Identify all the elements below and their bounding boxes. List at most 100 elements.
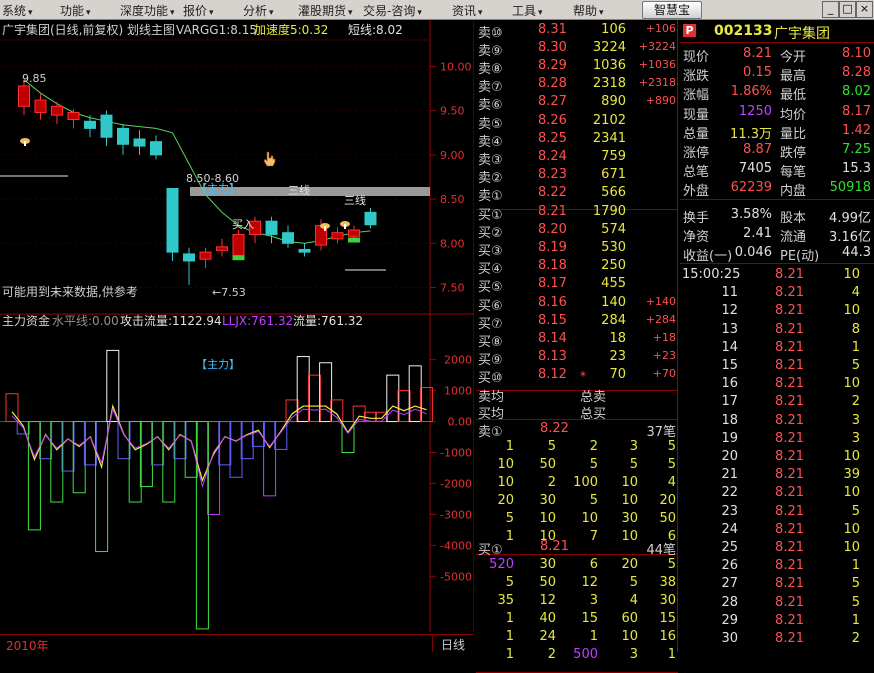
- tick-row[interactable]: 11 8.21 4: [680, 284, 874, 303]
- candle-body: [348, 229, 360, 237]
- sell-row[interactable]: 卖③ 8.24 759: [476, 148, 678, 168]
- sell-row[interactable]: 卖⑦ 8.28 2318 +2318: [476, 75, 678, 95]
- future-data-warning: 可能用到未来数据,供参考: [2, 284, 138, 299]
- year-label: 2010年: [6, 639, 49, 653]
- tick-row[interactable]: 18 8.21 3: [680, 412, 874, 431]
- menu-item-5[interactable]: 灌股期货 ▾: [298, 2, 353, 19]
- speed-value: 加速度5:0.32: [254, 22, 328, 37]
- sub-tick-label: -2000: [440, 477, 472, 490]
- tick-row[interactable]: 15:00:25 8.21 10: [680, 266, 874, 285]
- sell-row[interactable]: 卖⑥ 8.27 890 +890: [476, 93, 678, 113]
- buy-row[interactable]: 买① 8.21 1790: [476, 203, 678, 223]
- candle-body: [298, 248, 311, 253]
- tick-row[interactable]: 22 8.21 10: [680, 484, 874, 503]
- price-tick-label: 7.50: [440, 281, 465, 294]
- minimize-button[interactable]: _: [822, 1, 839, 18]
- tick-row[interactable]: 20 8.21 10: [680, 448, 874, 467]
- tick-row[interactable]: 28 8.21 5: [680, 594, 874, 613]
- short-line-value: 短线:8.02: [348, 23, 403, 37]
- chart-title: 广宇集团(日线,前复权) 划线主图: [2, 22, 175, 37]
- tick-row[interactable]: 27 8.21 5: [680, 575, 874, 594]
- quote-row: 净资 2.41 流通 3.16亿: [683, 226, 871, 246]
- buy-row[interactable]: 买② 8.20 574: [476, 221, 678, 241]
- kline-chart-svg[interactable]: 10.00 9.50 9.00 8.50 8.00 7.50 2000 1000 0.00 -1…: [0, 20, 475, 632]
- candle-body: [100, 114, 113, 138]
- chevron-down-icon: ▾: [170, 8, 175, 18]
- tick-row[interactable]: 12 8.21 10: [680, 302, 874, 321]
- menu-item-6[interactable]: 交易-咨询 ▾: [363, 2, 422, 19]
- period-tab-daily[interactable]: 日线: [432, 636, 473, 652]
- menu-item-4[interactable]: 分析 ▾: [243, 2, 274, 19]
- buy-row[interactable]: 买④ 8.18 250: [476, 257, 678, 277]
- sub-attack-value: 攻击流量:1122.94: [120, 314, 222, 328]
- quote-row: 总量 11.3万 量比 1.42: [683, 122, 871, 142]
- tick-row[interactable]: 29 8.21 1: [680, 612, 874, 631]
- menu-item-7[interactable]: 资讯 ▾: [452, 2, 483, 19]
- menu-item-3[interactable]: 报价 ▾: [183, 2, 214, 19]
- menu-item-2[interactable]: 深度功能 ▾: [120, 2, 175, 19]
- tick-row[interactable]: 24 8.21 10: [680, 521, 874, 540]
- tick-row[interactable]: 14 8.21 1: [680, 339, 874, 358]
- price-tick-label: 9.00: [440, 149, 465, 162]
- kline-chart-area[interactable]: 10.00 9.50 9.00 8.50 8.00 7.50 2000 1000 0.00 -1…: [0, 20, 475, 632]
- tick-row[interactable]: 15 8.21 5: [680, 357, 874, 376]
- queue_sell-header: 卖① 8.22 37笔: [478, 421, 676, 440]
- queue_buy-row: 35 12 3 4 30: [497, 593, 676, 608]
- queue_sell-row: 5 10 10 30 50: [505, 511, 676, 526]
- buy-row[interactable]: 买⑤ 8.17 455: [476, 275, 678, 295]
- price-tick-label: 8.00: [440, 237, 465, 250]
- sell-row[interactable]: 卖⑧ 8.29 1036 +1036: [476, 57, 678, 77]
- sub-chart-title: 主力资金: [2, 313, 50, 328]
- menu-item-0[interactable]: 系统 ▾: [2, 2, 33, 19]
- candle-body: [364, 211, 377, 226]
- tick-row[interactable]: 17 8.21 2: [680, 393, 874, 412]
- tick-row[interactable]: 21 8.21 39: [680, 466, 874, 485]
- close-button[interactable]: ×: [856, 1, 873, 18]
- tick-row[interactable]: 30 8.21 2: [680, 630, 874, 649]
- tick-row[interactable]: 13 8.21 8: [680, 321, 874, 340]
- queue_buy-row: 1 40 15 60 15: [505, 611, 676, 626]
- tick-row[interactable]: 25 8.21 10: [680, 539, 874, 558]
- queue_buy-row: 520 30 6 20 5: [489, 557, 676, 572]
- sub-lljx-value: LLJX:761.32: [222, 314, 293, 328]
- candle: [166, 187, 179, 261]
- quote-row: 现量 1250 均价 8.17: [683, 103, 871, 123]
- candle-body: [67, 111, 80, 121]
- queue_sell-row: 20 30 5 10 20: [497, 493, 676, 508]
- buy-row[interactable]: 买⑧ 8.14 18 +18: [476, 330, 678, 350]
- queue_buy-row: 1 24 1 10 16: [505, 629, 676, 644]
- buy-row[interactable]: 买⑦ 8.15 284 +284: [476, 312, 678, 332]
- sub-tick-label: -4000: [440, 539, 472, 552]
- sell-row[interactable]: 卖② 8.23 671: [476, 166, 678, 186]
- sub-zhuli-tag: 【主力】: [196, 358, 240, 371]
- buy-row[interactable]: 买③ 8.19 530: [476, 239, 678, 259]
- menu-item-9[interactable]: 帮助 ▾: [573, 2, 604, 19]
- signal-marker: [348, 237, 360, 243]
- tick-row[interactable]: 19 8.21 3: [680, 430, 874, 449]
- buy-row[interactable]: 买⑥ 8.16 140 +140: [476, 294, 678, 314]
- sell-row[interactable]: 卖⑤ 8.26 2102: [476, 112, 678, 132]
- tick-row[interactable]: 16 8.21 10: [680, 375, 874, 394]
- queue_buy-header: 买① 8.21 44笔: [478, 539, 676, 558]
- menu-item-1[interactable]: 功能 ▾: [60, 2, 91, 19]
- zhihuibao-button[interactable]: 智慧宝: [642, 1, 702, 19]
- quote-row: 收益(一) 0.046 PE(动) 44.3: [683, 245, 871, 265]
- tick-row[interactable]: 26 8.21 1: [680, 557, 874, 576]
- sell-row[interactable]: 卖④ 8.25 2341: [476, 130, 678, 150]
- vargg1-value: VARGG1:8.15: [176, 23, 257, 37]
- sell-row[interactable]: 卖⑩ 8.31 106 +106: [476, 21, 678, 41]
- candle-body: [34, 99, 47, 113]
- sell-row[interactable]: 卖① 8.22 566: [476, 184, 678, 204]
- quote-row: 总笔 7405 每笔 15.3: [683, 161, 871, 181]
- queue_sell-row: 10 2 100 10 4: [497, 475, 676, 490]
- maximize-button[interactable]: □: [839, 1, 856, 18]
- sell-row[interactable]: 卖⑨ 8.30 3224 +3224: [476, 39, 678, 59]
- low-price-label: ←7.53: [212, 286, 246, 299]
- buy-row[interactable]: 买⑩ 8.12 70 +70: [476, 366, 678, 386]
- chart-status-bar: 2010年 日线: [0, 634, 474, 653]
- tick-row[interactable]: 23 8.21 5: [680, 503, 874, 522]
- candle-body: [183, 253, 195, 262]
- buy-row[interactable]: 买⑨ 8.13 23 +23: [476, 348, 678, 368]
- menu-item-8[interactable]: 工具 ▾: [512, 2, 543, 19]
- candle-body: [216, 246, 228, 251]
